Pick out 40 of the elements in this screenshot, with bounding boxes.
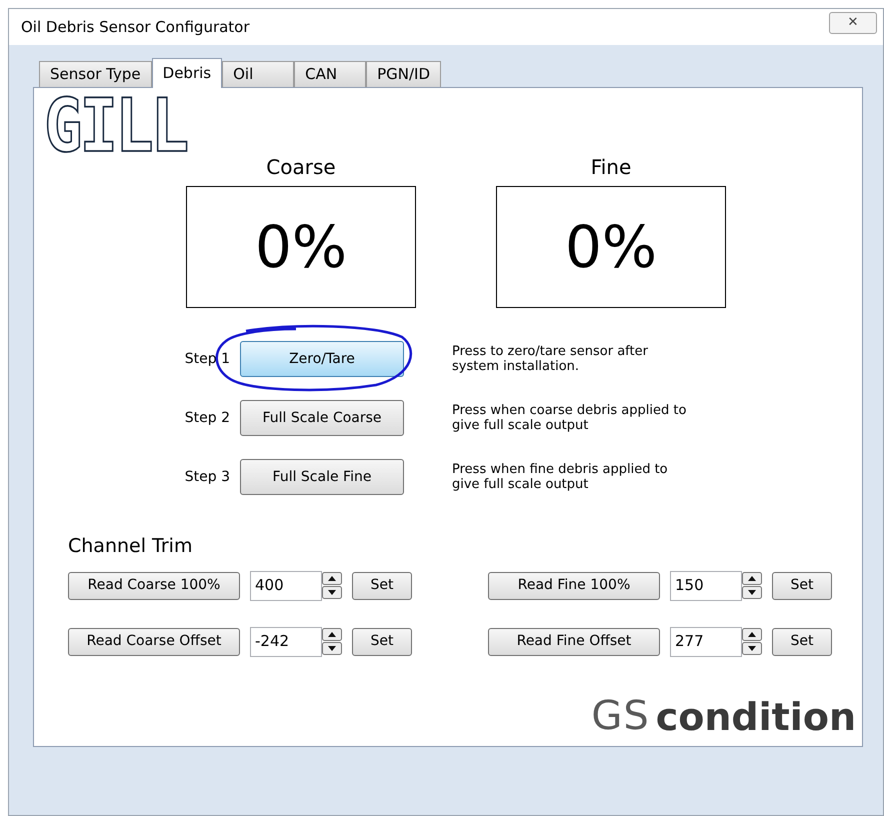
step-button[interactable]: Full Scale Coarse xyxy=(240,400,404,436)
step-note: Press to zero/tare sensor after system installation. xyxy=(452,344,649,374)
number-field[interactable]: 150 xyxy=(670,570,742,600)
readout-display: 0% xyxy=(496,186,726,308)
number-field[interactable]: -242 xyxy=(250,626,322,656)
number-field[interactable]: 400 xyxy=(250,570,322,600)
tab[interactable]: Oil xyxy=(222,61,294,87)
set-button[interactable]: Set xyxy=(772,628,832,656)
logo-text: GS xyxy=(591,696,650,736)
tab[interactable]: PGN/ID xyxy=(366,61,442,87)
read-button[interactable]: Read Fine 100% xyxy=(488,572,660,600)
tab[interactable]: Debris xyxy=(152,58,222,88)
read-button[interactable]: Read Fine Offset xyxy=(488,628,660,656)
step-label: Step 3 xyxy=(184,468,231,486)
set-button[interactable]: Set xyxy=(352,572,412,600)
tab[interactable]: Sensor Type xyxy=(39,61,152,87)
set-button[interactable]: Set xyxy=(772,572,832,600)
logo-text: condition xyxy=(656,698,856,736)
spin-buttons[interactable] xyxy=(742,572,762,600)
readout-label: Coarse xyxy=(266,154,336,181)
tab[interactable]: CAN xyxy=(294,61,366,87)
step-note: Press when coarse debris applied to give full scale output xyxy=(452,403,688,433)
spin-buttons[interactable] xyxy=(322,572,342,600)
read-button[interactable]: Read Coarse Offset xyxy=(68,628,240,656)
step-label: Step 1 xyxy=(184,350,231,368)
close-button[interactable]: ✕ xyxy=(829,12,877,34)
step-button[interactable]: Full Scale Fine xyxy=(240,459,404,495)
readout-label: Fine xyxy=(590,154,632,181)
number-field[interactable]: 277 xyxy=(670,626,742,656)
read-button[interactable]: Read Coarse 100% xyxy=(68,572,240,600)
step-note: Press when fine debris applied to give full scale output xyxy=(452,462,669,492)
step-button[interactable]: Zero/Tare xyxy=(240,341,404,377)
window-title: Oil Debris Sensor Configurator xyxy=(21,16,250,38)
spin-buttons[interactable] xyxy=(742,628,762,656)
spin-buttons[interactable] xyxy=(322,628,342,656)
section-title: Channel Trim xyxy=(68,534,194,559)
set-button[interactable]: Set xyxy=(352,628,412,656)
logo: GILL xyxy=(44,90,186,164)
readout-display: 0% xyxy=(186,186,416,308)
step-label: Step 2 xyxy=(184,408,231,428)
